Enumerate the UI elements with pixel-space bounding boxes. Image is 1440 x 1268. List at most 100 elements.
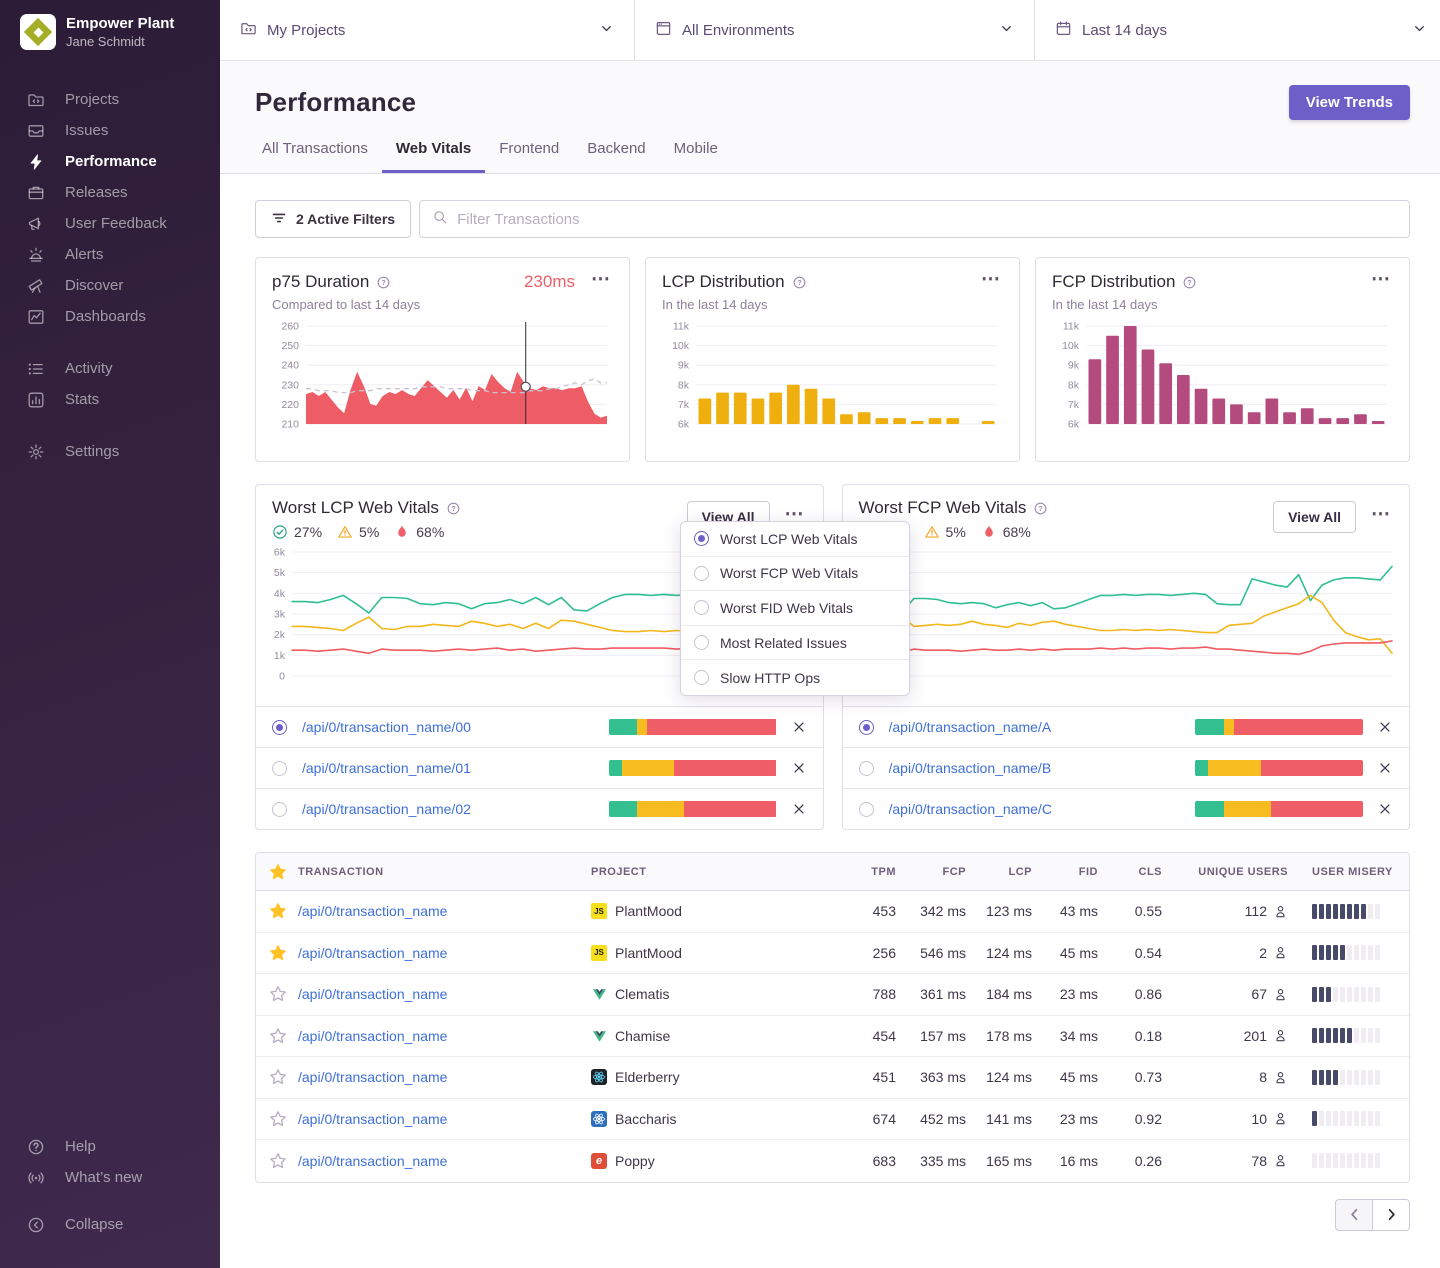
project-cell[interactable]: ePoppy (591, 1153, 816, 1169)
card-menu-button[interactable]: ⋯ (1369, 508, 1393, 526)
sidebar-item-what-s-new[interactable]: What’s new (20, 1162, 142, 1193)
menu-option-worst-fid-web-vitals[interactable]: Worst FID Web Vitals (681, 591, 909, 626)
view-trends-button[interactable]: View Trends (1289, 85, 1410, 120)
transaction-link[interactable]: /api/0/transaction_name/01 (302, 760, 595, 776)
sidebar-item-issues[interactable]: Issues (20, 115, 220, 146)
dismiss-transaction-button[interactable] (1377, 801, 1393, 817)
column-header-fid[interactable]: FID (1032, 866, 1098, 878)
help-icon[interactable]: ? (446, 501, 461, 516)
transaction-link[interactable]: /api/0/transaction_name (296, 986, 447, 1002)
sidebar-item-settings[interactable]: Settings (20, 436, 220, 467)
transaction-link[interactable]: /api/0/transaction_name (296, 945, 447, 961)
sidebar-item-alerts[interactable]: Alerts (20, 239, 220, 270)
sidebar-item-help[interactable]: Help (20, 1131, 142, 1162)
dismiss-transaction-button[interactable] (1377, 760, 1393, 776)
transaction-radio[interactable] (859, 720, 874, 735)
transaction-radio[interactable] (272, 720, 287, 735)
column-header-user-misery[interactable]: USER MISERY (1288, 866, 1404, 878)
previous-page-button[interactable] (1335, 1199, 1373, 1231)
menu-option-slow-http-ops[interactable]: Slow HTTP Ops (681, 660, 909, 695)
project-cell[interactable]: Baccharis (591, 1111, 816, 1127)
transaction-link[interactable]: /api/0/transaction_name/00 (302, 719, 595, 735)
project-cell[interactable]: JSPlantMood (591, 903, 816, 919)
transaction-link[interactable]: /api/0/transaction_name/B (889, 760, 1182, 776)
help-icon[interactable]: ? (1033, 501, 1048, 516)
active-filters-button[interactable]: 2 Active Filters (255, 200, 411, 238)
transaction-link[interactable]: /api/0/transaction_name (296, 1153, 447, 1169)
project-selector[interactable]: My Projects (220, 0, 635, 60)
sidebar-item-releases[interactable]: Releases (20, 177, 220, 208)
vitals-distribution-bar (609, 801, 777, 817)
dismiss-transaction-button[interactable] (791, 801, 807, 817)
search-input[interactable] (457, 211, 1397, 228)
project-cell[interactable]: Chamise (591, 1028, 816, 1044)
transaction-link[interactable]: /api/0/transaction_name/02 (302, 801, 595, 817)
tab-web-vitals[interactable]: Web Vitals (382, 140, 485, 173)
sidebar-item-user-feedback[interactable]: User Feedback (20, 208, 220, 239)
sidebar-item-projects[interactable]: Projects (20, 84, 220, 115)
project-cell[interactable]: Clematis (591, 986, 816, 1002)
dismiss-transaction-button[interactable] (791, 719, 807, 735)
transaction-link[interactable]: /api/0/transaction_name/A (889, 719, 1182, 735)
card-menu-button[interactable]: ⋯ (1369, 273, 1393, 291)
org-switcher[interactable]: Empower Plant Jane Schmidt (20, 14, 220, 50)
sidebar-item-dashboards[interactable]: Dashboards (20, 301, 220, 332)
cls-value: 0.73 (1098, 1069, 1162, 1085)
sidebar-item-activity[interactable]: Activity (20, 353, 220, 384)
project-cell[interactable]: JSPlantMood (591, 945, 816, 961)
help-icon[interactable]: ? (1182, 275, 1197, 290)
menu-option-worst-fcp-web-vitals[interactable]: Worst FCP Web Vitals (681, 557, 909, 592)
column-header-unique-users[interactable]: UNIQUE USERS (1162, 866, 1288, 878)
transaction-link[interactable]: /api/0/transaction_name (296, 1069, 447, 1085)
column-header-tpm[interactable]: TPM (816, 866, 896, 878)
column-header-lcp[interactable]: LCP (966, 866, 1032, 878)
transaction-link[interactable]: /api/0/transaction_name (296, 903, 447, 919)
star-column-header[interactable] (256, 863, 296, 881)
close-icon (791, 760, 807, 776)
star-toggle[interactable] (256, 902, 296, 920)
column-header-project[interactable]: PROJECT (591, 866, 816, 878)
transaction-link[interactable]: /api/0/transaction_name (296, 1028, 447, 1044)
sidebar-item-collapse[interactable]: Collapse (20, 1209, 142, 1240)
view-all-button[interactable]: View All (1273, 501, 1356, 533)
project-cell[interactable]: Elderberry (591, 1069, 816, 1085)
star-toggle[interactable] (256, 944, 296, 962)
menu-option-worst-lcp-web-vitals[interactable]: Worst LCP Web Vitals (681, 522, 909, 557)
tab-frontend[interactable]: Frontend (485, 140, 573, 173)
tab-all-transactions[interactable]: All Transactions (248, 140, 382, 173)
star-toggle[interactable] (256, 1110, 296, 1128)
column-header-fcp[interactable]: FCP (896, 866, 966, 878)
card-menu-button[interactable]: ⋯ (589, 273, 613, 291)
help-icon[interactable]: ? (376, 275, 391, 290)
tab-mobile[interactable]: Mobile (660, 140, 732, 173)
star-toggle[interactable] (256, 1152, 296, 1170)
star-toggle[interactable] (256, 985, 296, 1003)
card-menu-button[interactable]: ⋯ (979, 273, 1003, 291)
help-icon[interactable]: ? (792, 275, 807, 290)
star-toggle[interactable] (256, 1068, 296, 1086)
vitals-badges: 27%5%68% (859, 524, 1274, 540)
transaction-link[interactable]: /api/0/transaction_name (296, 1111, 447, 1127)
dismiss-transaction-button[interactable] (791, 760, 807, 776)
user-misery-bar (1288, 1028, 1404, 1043)
transaction-radio[interactable] (272, 761, 287, 776)
dismiss-transaction-button[interactable] (1377, 719, 1393, 735)
chevron-down-icon (999, 21, 1014, 40)
search-box (419, 200, 1410, 238)
transaction-radio[interactable] (859, 802, 874, 817)
tab-backend[interactable]: Backend (573, 140, 659, 173)
fcp-distribution-card: FCP Distribution ? ⋯ In the last 14 days… (1035, 257, 1410, 462)
column-header-cls[interactable]: CLS (1098, 866, 1162, 878)
star-toggle[interactable] (256, 1027, 296, 1045)
transaction-radio[interactable] (272, 802, 287, 817)
environment-selector[interactable]: All Environments (635, 0, 1035, 60)
sidebar-item-performance[interactable]: Performance (20, 146, 220, 177)
menu-option-most-related-issues[interactable]: Most Related Issues (681, 626, 909, 661)
transaction-link[interactable]: /api/0/transaction_name/C (889, 801, 1182, 817)
transaction-radio[interactable] (859, 761, 874, 776)
sidebar-item-stats[interactable]: Stats (20, 384, 220, 415)
date-range-selector[interactable]: Last 14 days (1035, 0, 1440, 60)
next-page-button[interactable] (1372, 1199, 1410, 1231)
sidebar-item-discover[interactable]: Discover (20, 270, 220, 301)
column-header-transaction[interactable]: TRANSACTION (296, 866, 591, 878)
